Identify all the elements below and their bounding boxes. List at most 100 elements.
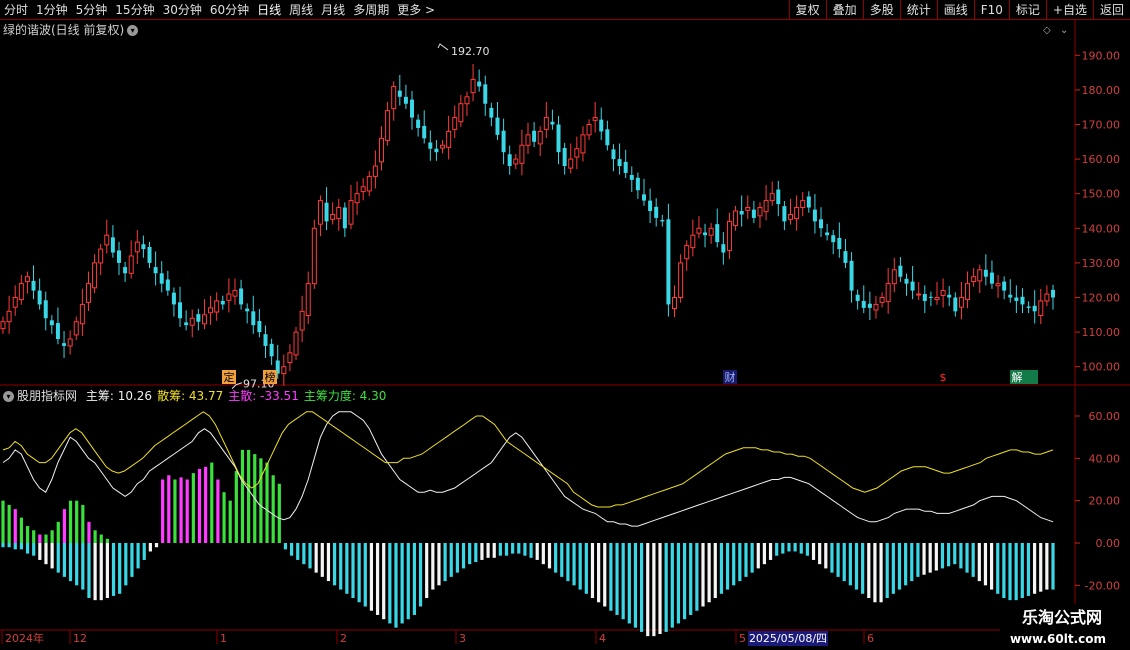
period-tab-1[interactable]: 1分钟 xyxy=(32,0,72,20)
candle-body-up xyxy=(18,283,24,301)
period-tab-8[interactable]: 月线 xyxy=(317,0,349,20)
histogram-bar xyxy=(738,543,742,582)
period-tab-10[interactable]: 更多 > xyxy=(393,0,439,20)
candle-body-up xyxy=(440,144,446,149)
period-tab-2[interactable]: 5分钟 xyxy=(72,0,112,20)
price-tick-label-5: 140.00 xyxy=(1082,222,1121,235)
histogram-bar-green xyxy=(13,509,17,543)
histogram-bar xyxy=(265,462,269,543)
tool-button-4[interactable]: 画线 xyxy=(936,0,974,20)
candle-body-down xyxy=(239,288,244,305)
histogram-bar xyxy=(167,475,171,543)
price-tick-label-1: 180.00 xyxy=(1082,84,1121,97)
tool-button-6[interactable]: 标记 xyxy=(1008,0,1046,20)
period-tab-6[interactable]: 日线 xyxy=(253,0,285,20)
watermark-url: www.60lt.com xyxy=(1009,632,1106,646)
period-tab-4[interactable]: 30分钟 xyxy=(159,0,206,20)
stock-title-text: 绿的谐波(日线 前复权) xyxy=(3,23,125,37)
tool-button-3[interactable]: 统计 xyxy=(899,0,937,20)
tool-button-1[interactable]: 叠加 xyxy=(825,0,863,20)
candle-body-down xyxy=(532,130,537,142)
candle-body-down xyxy=(397,90,402,97)
badge-extra[interactable] xyxy=(1024,370,1038,384)
histogram-bar xyxy=(560,543,564,577)
histogram-bar xyxy=(762,543,767,565)
candle-body-down xyxy=(611,149,616,160)
candle-body-up xyxy=(788,213,793,220)
timeline-label-2: 1 xyxy=(220,632,227,645)
histogram-bar xyxy=(308,543,312,569)
tool-button-7[interactable]: +自选 xyxy=(1045,0,1093,20)
candle-body-up xyxy=(79,303,85,325)
candle-body-down xyxy=(37,290,42,305)
tool-button-5[interactable]: F10 xyxy=(973,0,1009,20)
period-tab-7[interactable]: 周线 xyxy=(285,0,317,20)
tool-button-8[interactable]: 返回 xyxy=(1092,0,1130,20)
chevron-down-icon[interactable]: ▾ xyxy=(127,25,139,36)
histogram-bar xyxy=(781,543,785,554)
candle-body-down xyxy=(1026,306,1031,308)
candle-body-up xyxy=(965,283,971,301)
candle-body-down xyxy=(989,272,994,284)
period-toolbar: 分时 1分钟 5分钟 15分钟 30分钟 60分钟 日线 周线 月线 多周期 更多 > 复权 叠加 多股… xyxy=(0,0,1130,20)
diamond-icon[interactable]: ◇ xyxy=(1043,25,1051,36)
histogram-bar xyxy=(382,543,386,620)
period-tab-5[interactable]: 60分钟 xyxy=(206,0,253,20)
histogram-bar xyxy=(861,543,865,594)
histogram-bar xyxy=(369,543,374,611)
indicator-name[interactable]: 股朋指标网 xyxy=(17,389,77,403)
watermark: 乐淘公式网 www.60lt.com xyxy=(1000,604,1130,650)
candle-body-down xyxy=(629,175,634,180)
candle-body-down xyxy=(837,237,842,250)
histogram-bar xyxy=(375,543,380,615)
candle-body-down xyxy=(171,292,176,305)
histogram-bar-green xyxy=(99,534,103,543)
period-tab-3[interactable]: 15分钟 xyxy=(111,0,158,20)
candle-body-down xyxy=(489,107,494,118)
histogram-bar xyxy=(443,543,447,582)
timeline-label-0: 2024年 xyxy=(5,631,44,645)
histogram-bar xyxy=(1045,543,1049,590)
candle-body-down xyxy=(184,322,189,326)
candle-body-down xyxy=(660,219,665,222)
histogram-bar xyxy=(32,543,36,556)
histogram-bar xyxy=(934,543,938,571)
candle-body-down xyxy=(416,119,421,128)
candle-body-up xyxy=(525,134,531,146)
candle-body-up xyxy=(330,213,336,220)
period-tab-9[interactable]: 多周期 xyxy=(349,0,393,20)
histogram-bar xyxy=(228,500,232,543)
chevron-down-icon[interactable]: ⌄ xyxy=(1060,25,1068,36)
histogram-bar xyxy=(345,543,349,594)
candle-body-up xyxy=(769,193,775,202)
candle-body-down xyxy=(898,265,903,277)
candle-body-down xyxy=(263,334,268,346)
candle-body-up xyxy=(995,283,1001,287)
badge-text-0: 定 xyxy=(224,370,235,384)
candle-body-down xyxy=(922,294,927,301)
histogram-bar xyxy=(498,543,502,556)
candle-body-up xyxy=(6,310,12,323)
histogram-bar xyxy=(615,543,619,615)
histogram-bar xyxy=(799,543,803,554)
histogram-bar xyxy=(437,543,441,586)
candle-body-down xyxy=(251,311,256,326)
candle-body-up xyxy=(287,352,293,364)
histogram-bar-green xyxy=(56,521,60,543)
ind-tick-label-2: 20.00 xyxy=(1089,495,1121,508)
histogram-bar xyxy=(1032,543,1037,594)
candle-body-up xyxy=(891,269,897,285)
histogram-bar xyxy=(971,543,975,577)
ind-tick-label-3: 0.00 xyxy=(1096,537,1121,550)
histogram-bar xyxy=(406,543,410,620)
tool-button-2[interactable]: 多股 xyxy=(862,0,900,20)
tool-button-0[interactable]: 复权 xyxy=(788,0,826,20)
candle-body-down xyxy=(721,244,726,253)
candle-body-down xyxy=(220,300,225,305)
histogram-bar xyxy=(25,543,30,554)
histogram-bar xyxy=(277,483,281,543)
stock-title[interactable]: 绿的谐波(日线 前复权) ▾ xyxy=(3,21,139,38)
period-tab-0[interactable]: 分时 xyxy=(0,0,32,20)
chevron-down-icon[interactable]: ▾ xyxy=(3,391,14,402)
badge-text-4: 解 xyxy=(1012,370,1023,384)
